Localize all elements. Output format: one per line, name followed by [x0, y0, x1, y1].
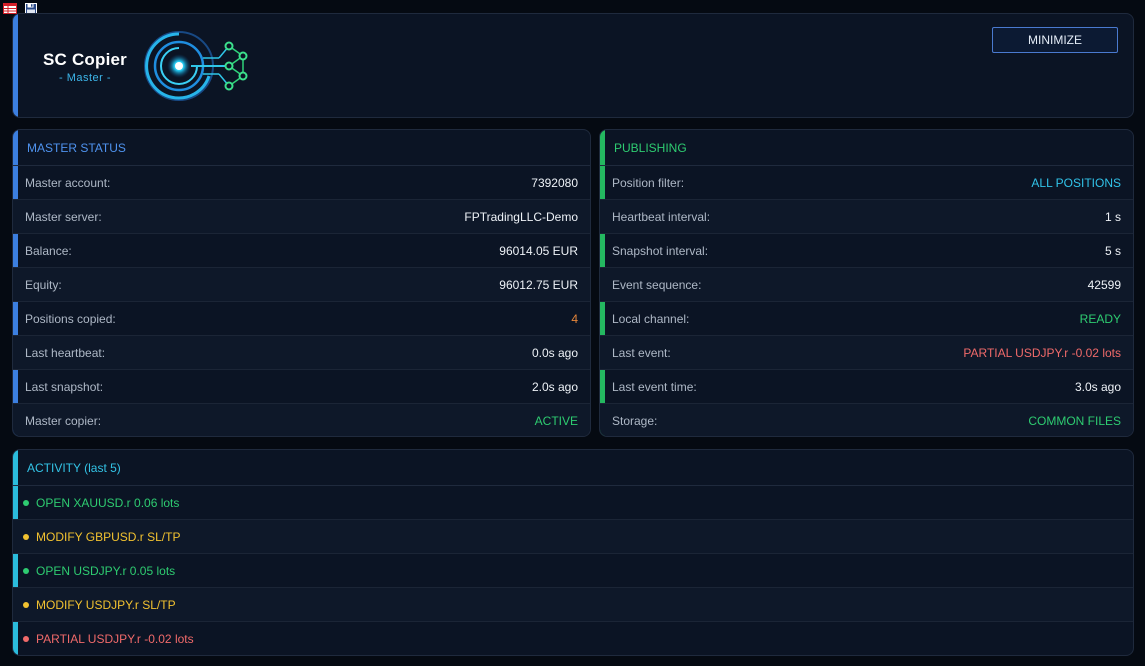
activity-text: OPEN XAUUSD.r 0.06 lots [36, 495, 180, 510]
snapshot-interval-row: Snapshot interval: 5 s [600, 234, 1133, 268]
status-dot-icon [23, 601, 29, 608]
table-icon[interactable] [3, 3, 17, 14]
status-dot-icon [23, 499, 29, 506]
local-channel-label: Local channel: [612, 312, 690, 326]
balance-row: Balance: 96014.05 EUR [13, 234, 590, 268]
last-event-label: Last event: [612, 346, 671, 360]
last-event-row: Last event: PARTIAL USDJPY.r -0.02 lots [600, 336, 1133, 370]
last-heartbeat-value: 0.0s ago [531, 346, 578, 360]
activity-text: PARTIAL USDJPY.r -0.02 lots [36, 632, 194, 646]
list-item: MODIFY GBPUSD.r SL/TP [13, 520, 1133, 554]
list-item: OPEN XAUUSD.r 0.06 lots [13, 486, 1133, 520]
position-filter-value: ALL POSITIONS [1031, 176, 1121, 190]
local-channel-row: Local channel: READY [600, 302, 1133, 336]
last-heartbeat-label: Last heartbeat: [25, 346, 106, 360]
logo-text: SC Copier - Master - [39, 50, 131, 84]
position-filter-label: Position filter: [612, 176, 685, 190]
activity-text: MODIFY USDJPY.r SL/TP [36, 597, 176, 612]
storage-value: COMMON FILES [1028, 414, 1121, 428]
last-event-time-row: Last event time: 3.0s ago [600, 370, 1133, 404]
master-status-panel: MASTER STATUS Master account: 7392080 Ma… [12, 129, 591, 437]
last-snapshot-label: Last snapshot: [25, 380, 104, 394]
logo-subtitle: - Master - [58, 72, 112, 84]
storage-label: Storage: [612, 414, 658, 428]
publishing-title: PUBLISHING [600, 130, 1133, 166]
header-panel: SC Copier - Master - MINIMIZE [12, 13, 1134, 118]
activity-text: OPEN USDJPY.r 0.05 lots [36, 563, 176, 578]
last-event-time-label: Last event time: [612, 380, 697, 394]
master-copier-status-badge: ACTIVE [534, 414, 578, 428]
list-item: MODIFY USDJPY.r SL/TP [13, 588, 1133, 622]
heartbeat-interval-row: Heartbeat interval: 1 s [600, 200, 1133, 234]
header-accent-bar [13, 14, 18, 117]
master-server-row: Master server: FPTradingLLC-Demo [13, 200, 590, 234]
master-server-label: Master server: [25, 210, 102, 224]
master-account-label: Master account: [25, 176, 111, 190]
status-dot-icon [23, 567, 29, 574]
last-snapshot-row: Last snapshot: 2.0s ago [13, 370, 590, 404]
logo-title: SC Copier [43, 50, 127, 69]
master-status-title: MASTER STATUS [13, 130, 590, 166]
list-item: PARTIAL USDJPY.r -0.02 lots [13, 622, 1133, 655]
equity-row: Equity: 96012.75 EUR [13, 268, 590, 302]
master-copier-label: Master copier: [25, 414, 102, 428]
master-server-value: FPTradingLLC-Demo [464, 210, 578, 224]
app-logo: SC Copier - Master - [37, 24, 272, 109]
last-event-value: PARTIAL USDJPY.r -0.02 lots [963, 346, 1121, 360]
publishing-panel: PUBLISHING Position filter: ALL POSITION… [599, 129, 1134, 437]
activity-title: ACTIVITY (last 5) [13, 450, 1133, 486]
list-item: OPEN USDJPY.r 0.05 lots [13, 554, 1133, 588]
master-copier-row: Master copier: ACTIVE [13, 404, 590, 436]
equity-value: 96012.75 EUR [499, 278, 578, 292]
positions-copied-row: Positions copied: 4 [13, 302, 590, 336]
equity-label: Equity: [25, 278, 62, 292]
master-account-value: 7392080 [531, 176, 578, 190]
last-heartbeat-row: Last heartbeat: 0.0s ago [13, 336, 590, 370]
last-event-time-value: 3.0s ago [1074, 380, 1121, 394]
balance-label: Balance: [25, 244, 72, 258]
positions-copied-value: 4 [571, 312, 578, 326]
activity-panel: ACTIVITY (last 5) OPEN XAUUSD.r 0.06 lot… [12, 449, 1134, 656]
activity-text: MODIFY GBPUSD.r SL/TP [36, 529, 181, 544]
master-status-rows: Master account: 7392080 Master server: F… [13, 166, 590, 436]
activity-list: OPEN XAUUSD.r 0.06 lots MODIFY GBPUSD.r … [13, 486, 1133, 655]
event-sequence-row: Event sequence: 42599 [600, 268, 1133, 302]
status-dot-icon [23, 636, 29, 642]
heartbeat-interval-value: 1 s [1104, 210, 1121, 224]
heartbeat-interval-label: Heartbeat interval: [612, 210, 711, 224]
circuit-logo-icon [144, 31, 248, 101]
last-snapshot-value: 2.0s ago [531, 380, 578, 394]
storage-row: Storage: COMMON FILES [600, 404, 1133, 436]
master-account-row: Master account: 7392080 [13, 166, 590, 200]
snapshot-interval-value: 5 s [1104, 244, 1121, 258]
position-filter-row: Position filter: ALL POSITIONS [600, 166, 1133, 200]
snapshot-interval-label: Snapshot interval: [612, 244, 709, 258]
status-dot-icon [23, 533, 29, 540]
publishing-rows: Position filter: ALL POSITIONS Heartbeat… [600, 166, 1133, 436]
local-channel-status-badge: READY [1079, 312, 1121, 326]
event-sequence-label: Event sequence: [612, 278, 702, 292]
event-sequence-value: 42599 [1087, 278, 1121, 292]
positions-copied-label: Positions copied: [25, 312, 116, 326]
balance-value: 96014.05 EUR [499, 244, 578, 258]
minimize-button[interactable]: MINIMIZE [992, 27, 1118, 53]
